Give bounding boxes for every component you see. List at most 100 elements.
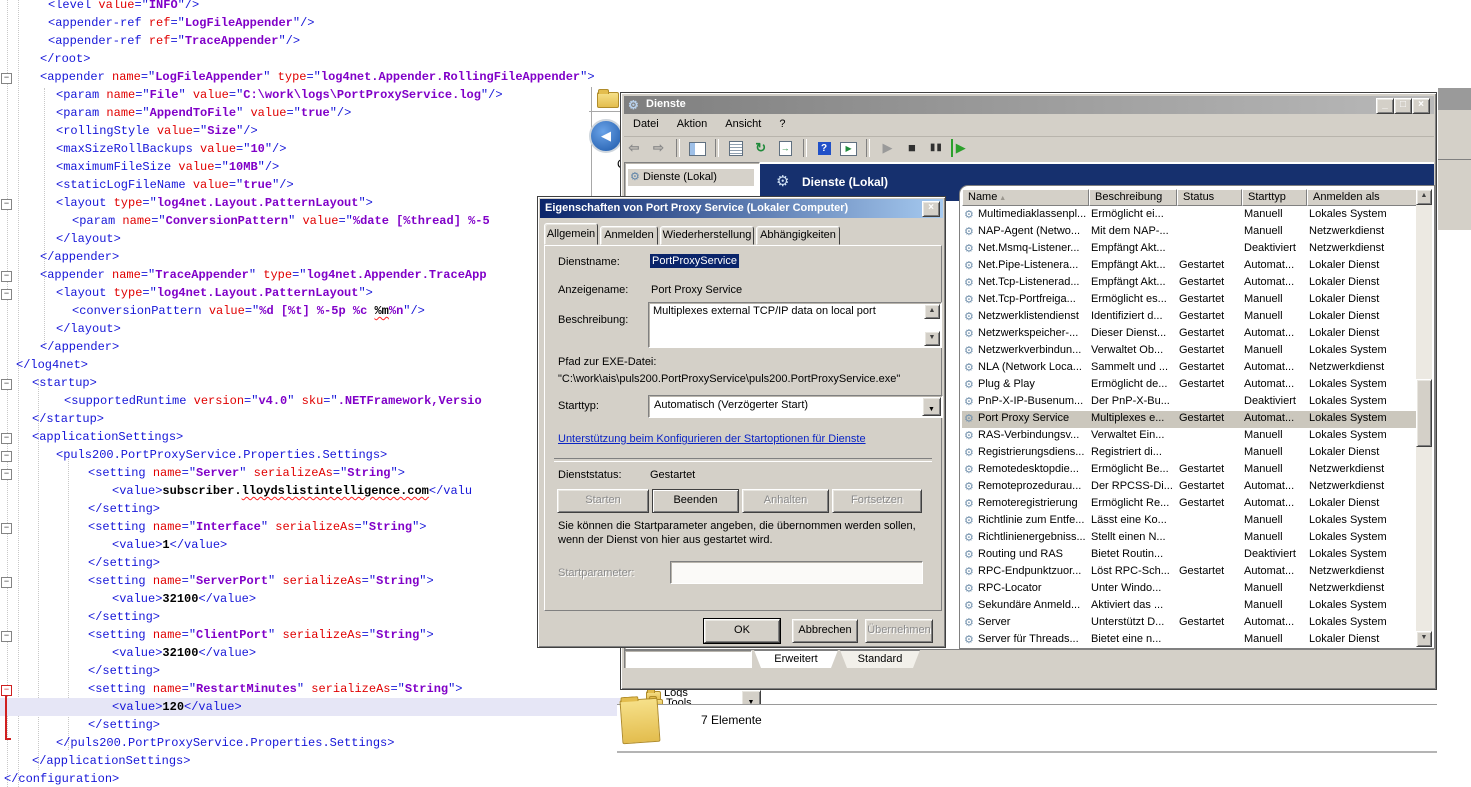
fold-toggle-icon[interactable]: − [1,523,12,534]
scroll-down-button[interactable]: ▼ [1416,631,1432,647]
fold-toggle-icon-active[interactable]: − [1,685,12,696]
resume-button[interactable]: Fortsetzen [832,489,922,513]
stop-button[interactable]: Beenden [652,489,739,513]
service-row[interactable]: ⚙RAS-Verbindungsv...Verwaltet Ein...Manu… [962,428,1416,445]
cell-starttype: Automat... [1244,276,1305,288]
fold-toggle-icon[interactable]: − [1,271,12,282]
help-icon[interactable]: ? [814,139,834,157]
startup-type-combobox[interactable]: Automatisch (Verzögerter Start) ▼ [648,395,943,418]
service-gear-icon: ⚙ [964,599,974,612]
description-scroll-down[interactable]: ▼ [924,331,940,346]
fold-gutter[interactable]: − − − − − − − − − − − − [0,0,20,787]
maximize-button[interactable]: □ [1394,98,1412,114]
folder-item-label[interactable]: Logs [664,690,688,697]
service-row[interactable]: ⚙PnP-X-IP-Busenum...Der PnP-X-Bu...Deakt… [962,394,1416,411]
column-header-starttyp[interactable]: Starttyp [1242,189,1307,206]
service-row[interactable]: ⚙Registrierungsdiens...Registriert di...… [962,445,1416,462]
console-tree-icon[interactable] [687,139,707,157]
fold-toggle-icon[interactable]: − [1,577,12,588]
dialog-tab-allgemein[interactable]: Allgemein [544,223,598,245]
forward-icon[interactable]: ⇨ [648,139,668,157]
service-row[interactable]: ⚙NetzwerklistendienstIdentifiziert d...G… [962,309,1416,326]
service-row[interactable]: ⚙Routing und RASBietet Routin...Deaktivi… [962,547,1416,564]
services-titlebar[interactable]: ⚙ Dienste _ □ × [624,96,1434,114]
service-row[interactable]: ⚙Server für Threads...Bietet eine n...Ma… [962,632,1416,648]
combobox-dropdown-button[interactable]: ▼ [922,397,941,416]
combo-dropdown-button[interactable]: ▼ [741,690,761,705]
service-row[interactable]: ⚙Port Proxy ServiceMultiplexes e...Gesta… [962,411,1416,428]
code-editor[interactable]: <level value="INFO"/><appender-ref ref="… [0,0,620,787]
service-row[interactable]: ⚙Net.Tcp-Listenerad...Empfängt Akt...Ges… [962,275,1416,292]
stop-service-icon[interactable]: ■ [902,139,922,157]
service-row[interactable]: ⚙ServerUnterstützt D...GestartetAutomat.… [962,615,1416,632]
dialog-tab-abhängigkeiten[interactable]: Abhängigkeiten [756,226,840,245]
startup-options-help-link[interactable]: Unterstützung beim Konfigurieren der Sta… [558,433,866,445]
column-header-anmeldenals[interactable]: Anmelden als [1307,189,1417,206]
close-icon: × [1418,99,1424,110]
apply-button[interactable]: Übernehmen [865,619,933,643]
cancel-button[interactable]: Abbrechen [792,619,858,643]
menu-item-ansicht[interactable]: Ansicht [716,115,770,137]
service-row[interactable]: ⚙Remotedesktopdie...Ermöglicht Be...Gest… [962,462,1416,479]
service-row[interactable]: ⚙Net.Msmq-Listener...Empfängt Akt...Deak… [962,241,1416,258]
refresh-icon[interactable]: ↻ [751,139,771,157]
fold-toggle-icon[interactable]: − [1,199,12,210]
dialog-titlebar[interactable]: Eigenschaften von Port Proxy Service (Lo… [540,199,943,218]
fold-toggle-icon[interactable]: − [1,433,12,444]
scroll-up-button[interactable]: ▲ [1416,189,1432,205]
service-row[interactable]: ⚙Netzwerkspeicher-...Dieser Dienst...Ges… [962,326,1416,343]
description-scroll-up[interactable]: ▲ [924,304,940,319]
service-name-value[interactable]: PortProxyService [650,254,739,268]
menu-item-aktion[interactable]: Aktion [668,115,717,137]
taskpad-window-icon[interactable]: ▶ [839,139,859,157]
fold-toggle-icon[interactable]: − [1,289,12,300]
column-header-status[interactable]: Status [1177,189,1242,206]
column-header-beschreibung[interactable]: Beschreibung [1089,189,1177,206]
tab-erweitert[interactable]: Erweitert [754,650,838,668]
description-textbox[interactable]: Multiplexes external TCP/IP data on loca… [648,302,942,348]
properties-icon[interactable] [726,139,746,157]
service-row[interactable]: ⚙Richtlinie zum Entfe...Lässt eine Ko...… [962,513,1416,530]
button-label: Übernehmen [867,624,931,636]
fold-toggle-icon[interactable]: − [1,631,12,642]
menu-item-?[interactable]: ? [770,115,794,137]
tab-standard[interactable]: Standard [840,650,920,668]
service-row[interactable]: ⚙NAP-Agent (Netwo...Mit dem NAP-...Manue… [962,224,1416,241]
service-row[interactable]: ⚙RPC-LocatorUnter Windo...ManuellNetzwer… [962,581,1416,598]
service-row[interactable]: ⚙Net.Tcp-Portfreiga...Ermöglicht es...Ge… [962,292,1416,309]
service-row[interactable]: ⚙NLA (Network Loca...Sammelt und ...Gest… [962,360,1416,377]
fold-toggle-icon[interactable]: − [1,451,12,462]
restart-service-icon[interactable]: ▶ [951,139,969,157]
fold-toggle-icon[interactable]: − [1,73,12,84]
service-row[interactable]: ⚙Richtlinienergebniss...Stellt einen N..… [962,530,1416,547]
dialog-tab-anmelden[interactable]: Anmelden [600,226,658,245]
dialog-close-button[interactable]: × [922,201,940,217]
start-params-input[interactable] [670,561,923,584]
start-button[interactable]: Starten [557,489,649,513]
service-row[interactable]: ⚙RemoteregistrierungErmöglicht Re...Gest… [962,496,1416,513]
fold-toggle-icon[interactable]: − [1,379,12,390]
menu-item-datei[interactable]: Datei [624,115,668,137]
tree-item-dienste-lokal[interactable]: ⚙ Dienste (Lokal) [628,169,754,186]
pause-button[interactable]: Anhalten [742,489,829,513]
service-row[interactable]: ⚙RPC-Endpunktzuor...Löst RPC-Sch...Gesta… [962,564,1416,581]
close-button[interactable]: × [1412,98,1430,114]
service-row[interactable]: ⚙Sekundäre Anmeld...Aktiviert das ...Man… [962,598,1416,615]
service-row[interactable]: ⚙Net.Pipe-Listenera...Empfängt Akt...Ges… [962,258,1416,275]
explorer-back-button[interactable]: ◀ [589,119,623,153]
pause-service-icon[interactable]: ▮▮ [926,139,946,157]
column-header-name[interactable]: Name ▲ [962,189,1089,206]
start-service-icon[interactable]: ▶ [877,139,897,157]
minimize-button[interactable]: _ [1376,98,1394,114]
service-row[interactable]: ⚙Netzwerkverbindun...Verwaltet Ob...Gest… [962,343,1416,360]
services-scrollbar[interactable]: ▲ ▼ [1416,189,1432,647]
service-row[interactable]: ⚙Plug & PlayErmöglicht de...GestartetAut… [962,377,1416,394]
service-row[interactable]: ⚙Remoteprozedurau...Der RPCSS-Di...Gesta… [962,479,1416,496]
service-row[interactable]: ⚙Multimediaklassenpl...Ermöglicht ei...M… [962,207,1416,224]
scrollbar-thumb[interactable] [1416,379,1432,447]
fold-toggle-icon[interactable]: − [1,469,12,480]
dialog-tab-wiederherstellung[interactable]: Wiederherstellung [660,226,754,245]
export-list-icon[interactable]: → [775,139,795,157]
back-icon[interactable]: ⇦ [624,139,644,157]
ok-button[interactable]: OK [703,618,781,644]
